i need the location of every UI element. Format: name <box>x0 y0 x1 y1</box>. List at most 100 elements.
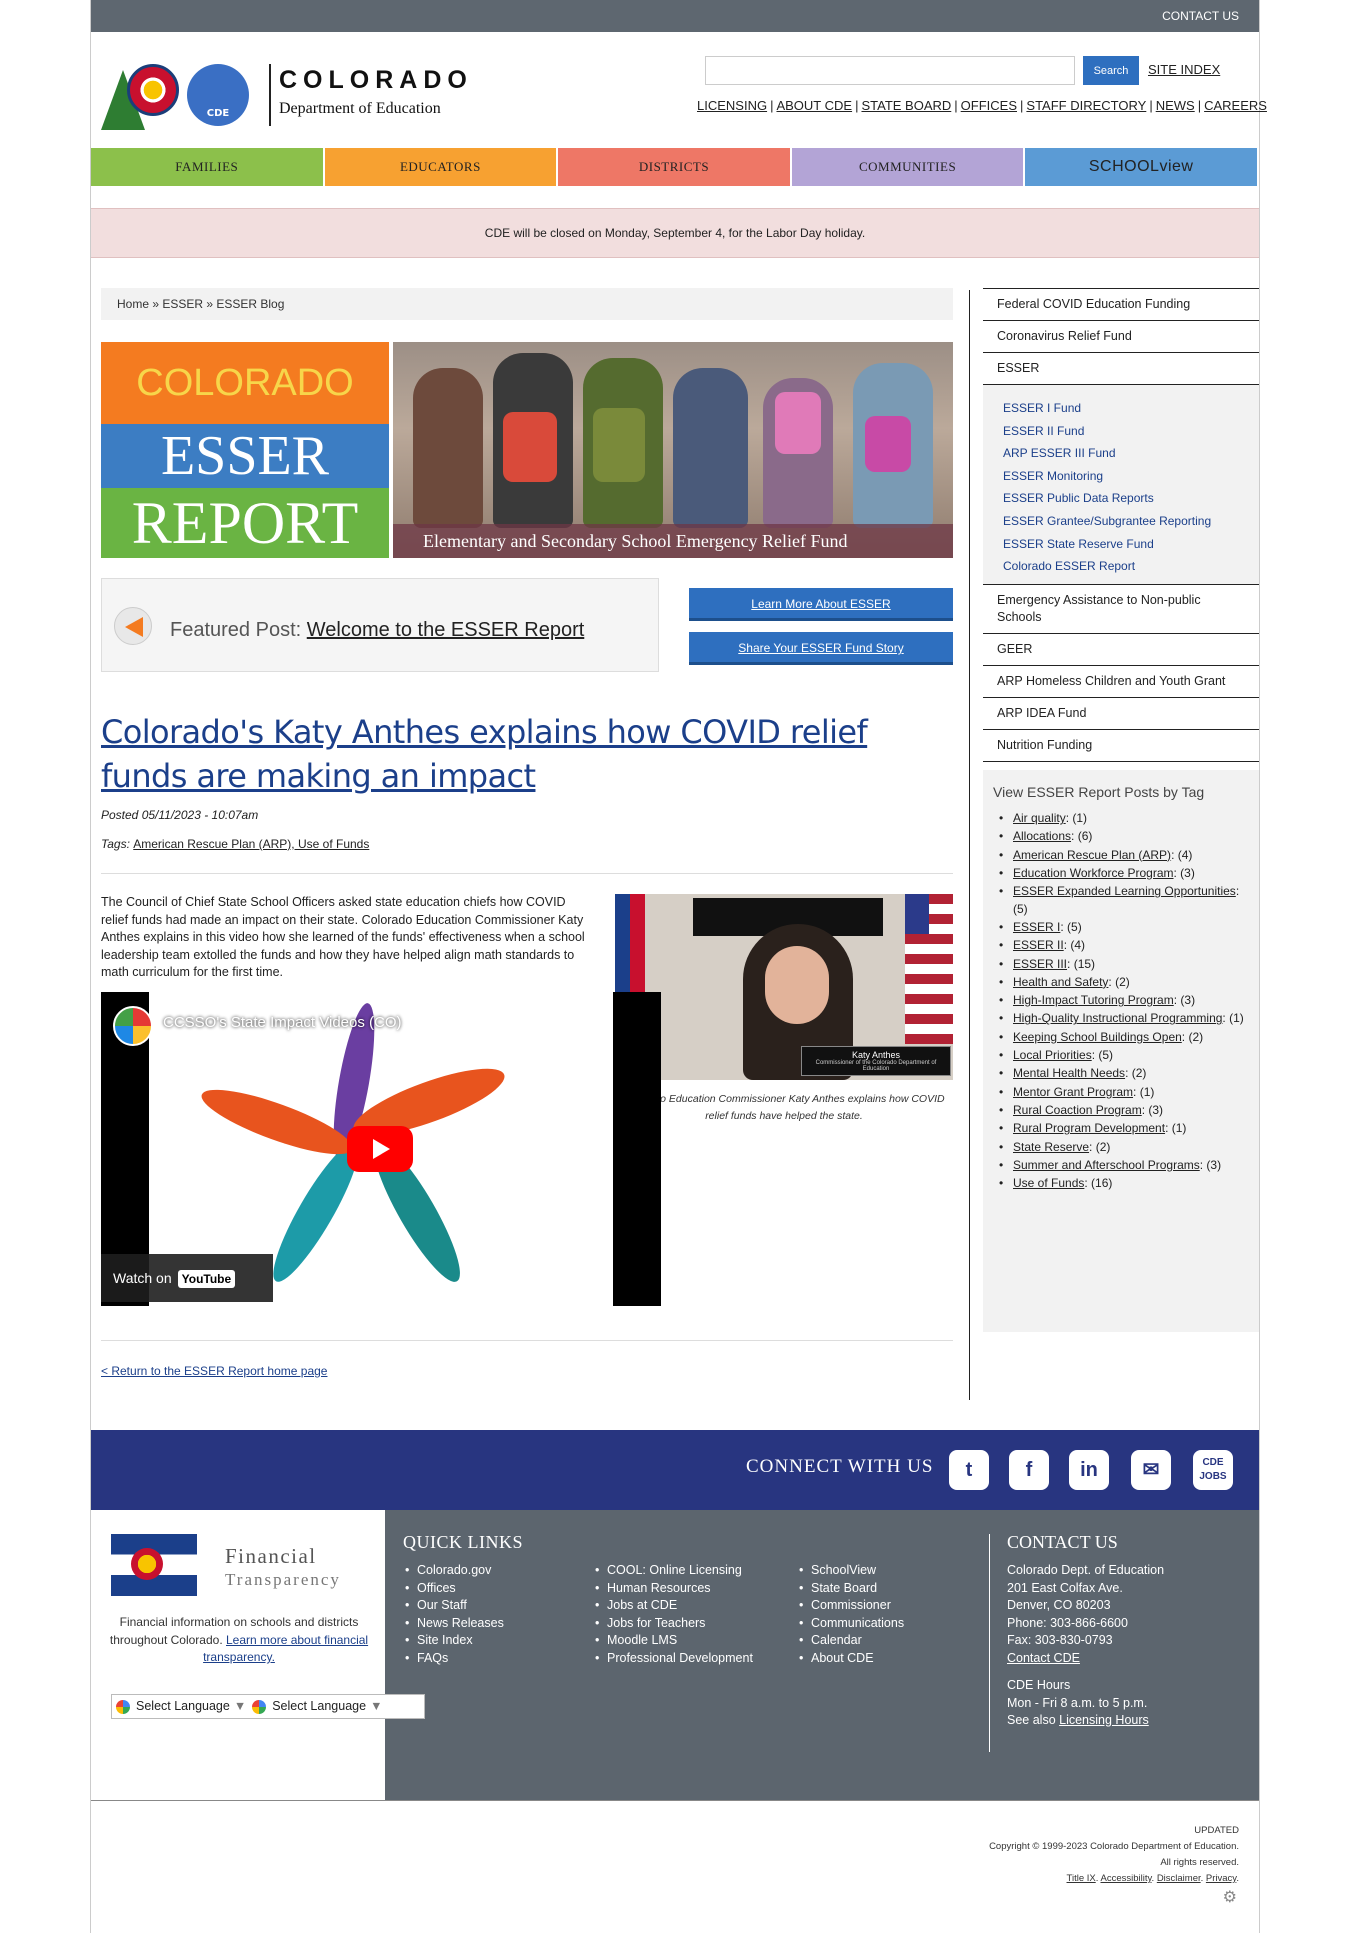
fin-learn-more-link[interactable]: Learn more about financial transparency. <box>203 1633 368 1665</box>
sidebar-item-arp-idea[interactable]: ARP IDEA Fund <box>983 696 1259 729</box>
tag-link[interactable]: Health and Safety <box>1013 975 1108 989</box>
tag-link[interactable]: ESSER II <box>1013 938 1064 952</box>
tag-link[interactable]: Local Priorities <box>1013 1048 1092 1062</box>
accessibility-link[interactable]: Accessibility <box>1101 1873 1152 1884</box>
sidebar-item-nutrition[interactable]: Nutrition Funding <box>983 728 1259 761</box>
disclaimer-link[interactable]: Disclaimer <box>1157 1873 1201 1884</box>
about-cde-link[interactable]: ABOUT CDE <box>776 98 852 113</box>
sidebar-subitem-esser-ii[interactable]: ESSER II Fund <box>1003 420 1259 443</box>
tag-link[interactable]: Rural Coaction Program <box>1013 1103 1142 1117</box>
quick-link[interactable]: Site Index <box>403 1632 504 1650</box>
quick-link[interactable]: COOL: Online Licensing <box>593 1562 753 1580</box>
sidebar-subitem-esser-i[interactable]: ESSER I Fund <box>1003 397 1259 420</box>
quick-link[interactable]: About CDE <box>797 1650 904 1668</box>
careers-link[interactable]: CAREERS <box>1204 98 1267 113</box>
tag-link[interactable]: High-Impact Tutoring Program <box>1013 993 1174 1007</box>
sidebar-subitem-monitoring[interactable]: ESSER Monitoring <box>1003 465 1259 488</box>
quick-link[interactable]: Professional Development <box>593 1650 753 1668</box>
tag-link[interactable]: ESSER III <box>1013 957 1067 971</box>
nav-schoolview[interactable]: SCHOOLview <box>1025 148 1259 186</box>
licensing-link[interactable]: LICENSING <box>697 98 767 113</box>
news-link[interactable]: NEWS <box>1156 98 1195 113</box>
sidebar-subitem-arp-esser-iii[interactable]: ARP ESSER III Fund <box>1003 442 1259 465</box>
tag-link[interactable]: ESSER Expanded Learning Opportunities <box>1013 884 1236 898</box>
quick-link[interactable]: Calendar <box>797 1632 904 1650</box>
watch-on-youtube-button[interactable]: Watch on YouTube <box>101 1254 273 1302</box>
title-ix-link[interactable]: Title IX <box>1067 1873 1096 1884</box>
quick-link[interactable]: Colorado.gov <box>403 1562 504 1580</box>
sidebar-subitem-esser-report[interactable]: Colorado ESSER Report <box>1003 555 1259 578</box>
cde-logo[interactable]: CDE COLORADO Department of Education <box>101 60 481 130</box>
quick-link[interactable]: Human Resources <box>593 1580 753 1598</box>
tag-link[interactable]: Air quality <box>1013 811 1066 825</box>
cde-jobs-icon[interactable]: CDE JOBS <box>1193 1450 1233 1490</box>
return-home-link[interactable]: < Return to the ESSER Report home page <box>101 1364 327 1378</box>
contact-us-link[interactable]: CONTACT US <box>1162 9 1239 23</box>
facebook-icon[interactable]: f <box>1009 1450 1049 1490</box>
youtube-video[interactable]: CCSSO's State Impact Videos (CO) Watch o… <box>101 992 661 1306</box>
play-button-icon[interactable] <box>347 1126 413 1172</box>
licensing-hours-link[interactable]: Licensing Hours <box>1059 1713 1149 1727</box>
quick-link[interactable]: Offices <box>403 1580 504 1598</box>
quick-link[interactable]: State Board <box>797 1580 904 1598</box>
state-board-link[interactable]: STATE BOARD <box>861 98 951 113</box>
article-title[interactable]: Colorado's Katy Anthes explains how COVI… <box>101 710 961 798</box>
email-icon[interactable]: ✉ <box>1131 1450 1171 1490</box>
sidebar-subitem-state-reserve[interactable]: ESSER State Reserve Fund <box>1003 533 1259 556</box>
sidebar-subitem-public-data[interactable]: ESSER Public Data Reports <box>1003 487 1259 510</box>
language-selector[interactable]: Select Language ▼ Select Language ▼ <box>111 1694 425 1719</box>
twitter-icon[interactable]: t <box>949 1450 989 1490</box>
sidebar-item-coronavirus-relief[interactable]: Coronavirus Relief Fund <box>983 320 1259 352</box>
quick-link[interactable]: Commissioner <box>797 1597 904 1615</box>
contact-cde-link[interactable]: Contact CDE <box>1007 1651 1080 1665</box>
tag-link[interactable]: American Rescue Plan (ARP) <box>1013 848 1171 862</box>
tag-link[interactable]: High-Quality Instructional Programming <box>1013 1011 1222 1025</box>
banner-colorado: COLORADO <box>101 342 389 424</box>
share-esser-story-button[interactable]: Share Your ESSER Fund Story <box>689 632 953 665</box>
privacy-link[interactable]: Privacy <box>1206 1873 1236 1884</box>
nav-districts[interactable]: DISTRICTS <box>558 148 792 186</box>
quick-link[interactable]: SchoolView <box>797 1562 904 1580</box>
financial-transparency-logo[interactable] <box>111 1534 197 1596</box>
sidebar-item-federal-covid[interactable]: Federal COVID Education Funding <box>983 288 1259 320</box>
linkedin-icon[interactable]: in <box>1069 1450 1109 1490</box>
sidebar-item-esser[interactable]: ESSER <box>983 352 1259 384</box>
sidebar-item-arp-homeless[interactable]: ARP Homeless Children and Youth Grant <box>983 664 1259 697</box>
sidebar-item-geer[interactable]: GEER <box>983 632 1259 665</box>
video-title[interactable]: CCSSO's State Impact Videos (CO) <box>163 1014 402 1031</box>
featured-post-text: Featured Post: Welcome to the ESSER Repo… <box>170 619 584 642</box>
offices-link[interactable]: OFFICES <box>961 98 1017 113</box>
quick-link[interactable]: Jobs at CDE <box>593 1597 753 1615</box>
quick-link[interactable]: News Releases <box>403 1615 504 1633</box>
quick-link[interactable]: Communications <box>797 1615 904 1633</box>
tag-link[interactable]: Education Workforce Program <box>1013 866 1174 880</box>
tag-link[interactable]: ESSER I <box>1013 920 1060 934</box>
quick-link[interactable]: Moodle LMS <box>593 1632 753 1650</box>
search-button[interactable]: Search <box>1083 56 1139 85</box>
quick-link[interactable]: Our Staff <box>403 1597 504 1615</box>
tag-link[interactable]: Mental Health Needs <box>1013 1066 1125 1080</box>
sidebar-item-emergency-assistance[interactable]: Emergency Assistance to Non-public Schoo… <box>983 583 1259 633</box>
tag-link[interactable]: Summer and Afterschool Programs <box>1013 1158 1200 1172</box>
name-caption-title: Commissioner of the Colorado Department … <box>815 1060 937 1072</box>
top-bar: CONTACT US <box>91 0 1259 32</box>
search-input[interactable] <box>705 56 1075 85</box>
tag-link[interactable]: Keeping School Buildings Open <box>1013 1030 1182 1044</box>
tag-link[interactable]: Allocations <box>1013 829 1071 843</box>
quick-link[interactable]: FAQs <box>403 1650 504 1668</box>
tag-link[interactable]: Use of Funds <box>1013 1176 1084 1190</box>
breadcrumb[interactable]: Home » ESSER » ESSER Blog <box>101 288 953 320</box>
nav-communities[interactable]: COMMUNITIES <box>791 148 1026 186</box>
tags-links[interactable]: American Rescue Plan (ARP), Use of Funds <box>133 837 369 851</box>
site-index-link[interactable]: SITE INDEX <box>1148 62 1220 77</box>
sidebar-subitem-grantee-reporting[interactable]: ESSER Grantee/Subgrantee Reporting <box>1003 510 1259 533</box>
tag-link[interactable]: State Reserve <box>1013 1140 1089 1154</box>
tag-link[interactable]: Rural Program Development <box>1013 1121 1165 1135</box>
tag-link[interactable]: Mentor Grant Program <box>1013 1085 1133 1099</box>
nav-families[interactable]: FAMILIES <box>91 148 325 186</box>
quick-link[interactable]: Jobs for Teachers <box>593 1615 753 1633</box>
staff-directory-link[interactable]: STAFF DIRECTORY <box>1026 98 1146 113</box>
nav-educators[interactable]: EDUCATORS <box>324 148 559 186</box>
featured-post-link[interactable]: Welcome to the ESSER Report <box>307 619 585 641</box>
learn-more-esser-button[interactable]: Learn More About ESSER <box>689 588 953 621</box>
